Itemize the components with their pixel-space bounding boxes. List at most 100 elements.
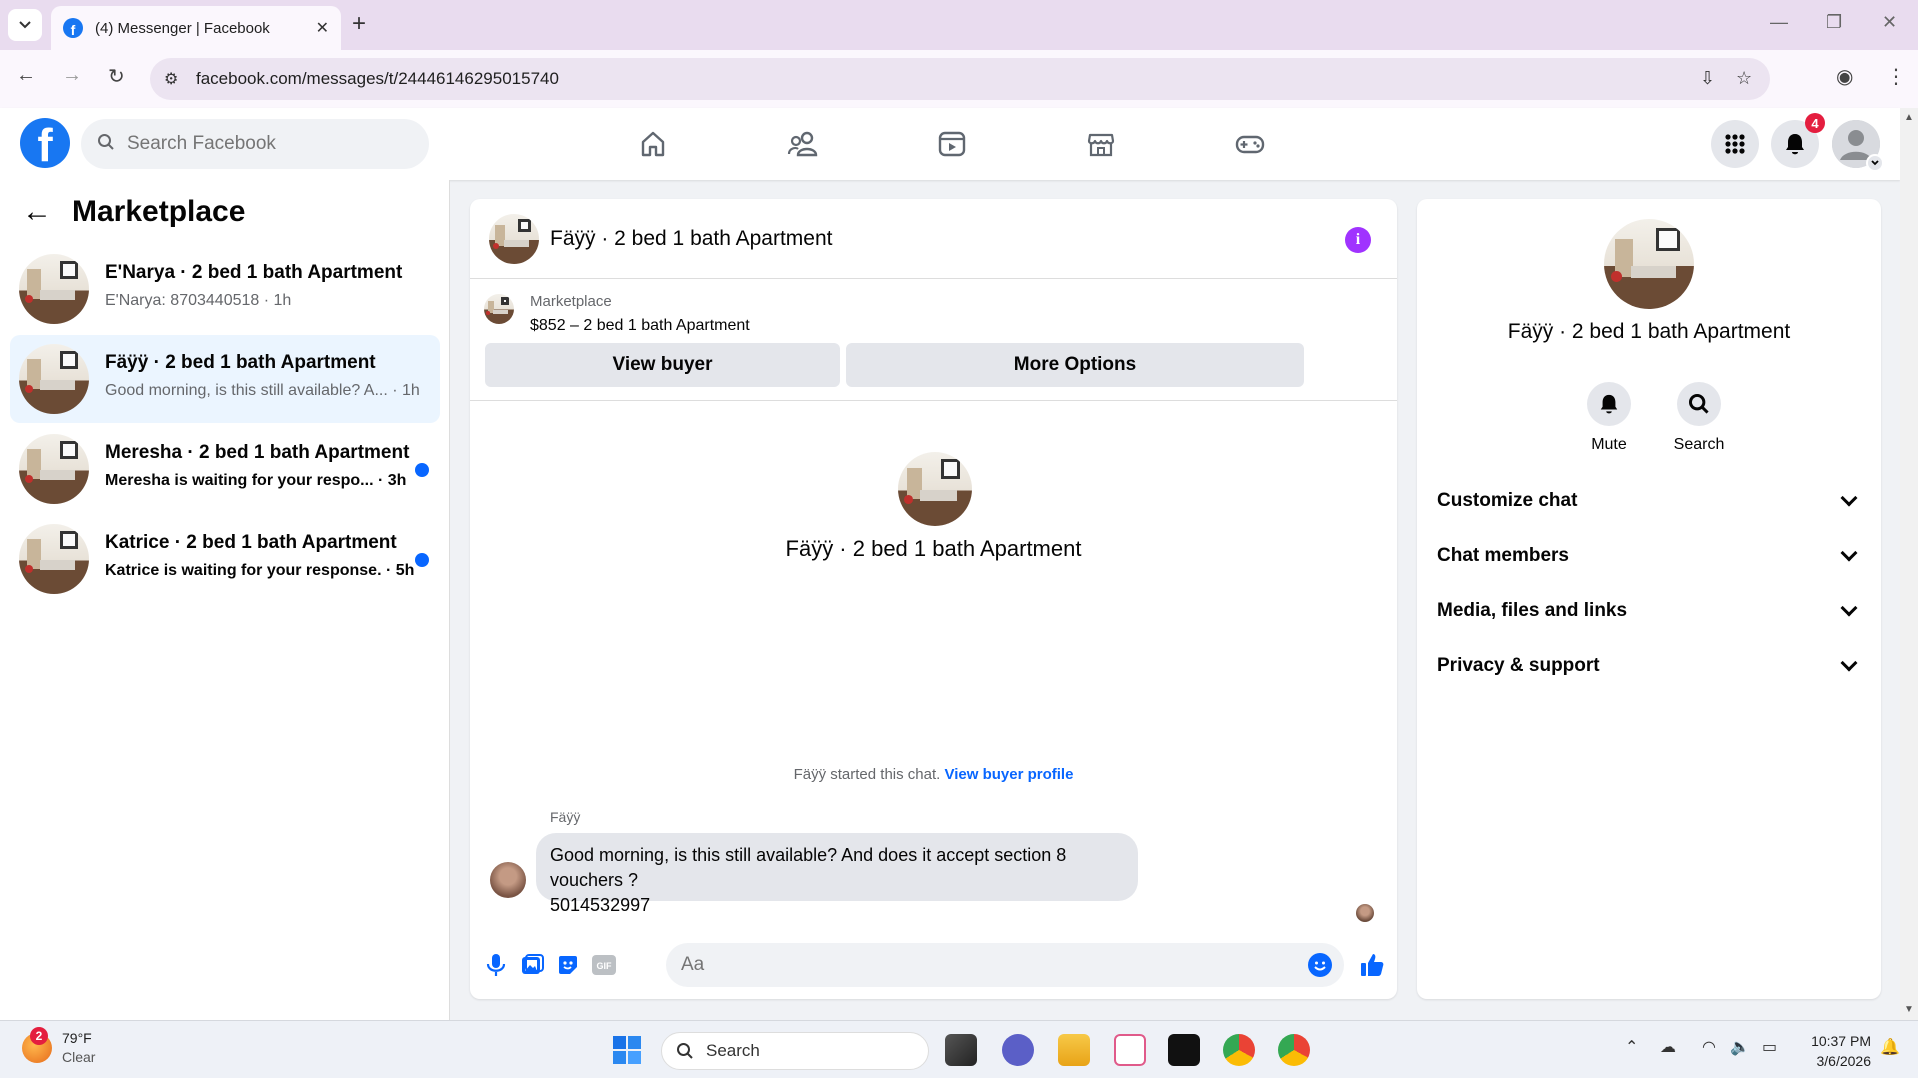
marketplace-icon[interactable]	[1079, 126, 1123, 162]
view-buyer-button[interactable]: View buyer	[485, 343, 840, 387]
unread-dot-icon	[415, 463, 429, 477]
taskbar-search[interactable]: Search	[661, 1032, 929, 1070]
search-chat-button[interactable]: Search	[1659, 382, 1739, 454]
scroll-up-icon[interactable]: ▲	[1904, 112, 1914, 123]
windows-start-icon[interactable]	[611, 1034, 643, 1066]
volume-icon[interactable]: 🔈	[1730, 1037, 1750, 1057]
facebook-search[interactable]	[81, 119, 429, 169]
message-input[interactable]	[681, 954, 1261, 976]
sender-name: Fäÿÿ	[550, 809, 581, 825]
browser-menu-icon[interactable]: ⋮	[1886, 64, 1906, 89]
chrome-profile-icon[interactable]	[1278, 1034, 1310, 1066]
view-buyer-profile-link[interactable]: View buyer profile	[944, 766, 1073, 783]
seen-indicator-avatar	[1356, 904, 1374, 922]
friends-icon[interactable]	[781, 126, 825, 162]
browser-tab-strip: f (4) Messenger | Facebook ✕ + — ❐ ✕	[0, 0, 1918, 50]
tab-search-button[interactable]	[8, 9, 42, 41]
show-hidden-icons-icon[interactable]: ⌃	[1625, 1037, 1638, 1057]
conversation-item-katrice[interactable]: Katrice · 2 bed 1 bath Apartment Katrice…	[10, 515, 440, 603]
sticker-icon[interactable]	[554, 951, 582, 979]
conversation-name: Katrice · 2 bed 1 bath Apartment	[105, 532, 397, 553]
chrome-icon[interactable]	[1223, 1034, 1255, 1066]
page-scrollbar[interactable]: ▲ ▼	[1900, 108, 1918, 1020]
section-label: Privacy & support	[1437, 655, 1600, 676]
photo-icon[interactable]	[518, 951, 546, 979]
gif-icon[interactable]: GIF	[590, 951, 618, 979]
facebook-search-input[interactable]	[127, 133, 387, 155]
like-thumb-icon[interactable]	[1358, 951, 1386, 979]
gaming-icon[interactable]	[1228, 126, 1272, 162]
back-arrow-icon[interactable]: ←	[22, 195, 52, 229]
more-options-button[interactable]: More Options	[846, 343, 1304, 387]
address-bar[interactable]: ⚙ facebook.com/messages/t/24446146295015…	[150, 58, 1770, 100]
menu-grid-button[interactable]	[1711, 120, 1759, 168]
notification-bell-icon[interactable]: 🔔	[1880, 1037, 1900, 1057]
system-clock[interactable]: 10:37 PM 3/6/2026	[1796, 1031, 1871, 1071]
bookmark-star-icon[interactable]: ☆	[1736, 68, 1752, 89]
search-icon	[97, 133, 115, 156]
bell-icon	[1600, 394, 1618, 414]
capcut-icon[interactable]	[1168, 1034, 1200, 1066]
chat-details-panel: Fäÿÿ · 2 bed 1 bath Apartment Mute Searc…	[1417, 199, 1881, 999]
windows-taskbar: 2 79°F Clear Search ⌃ ☁ ◠ 🔈 ▭ 10:37 PM 3…	[0, 1020, 1918, 1078]
grid-icon	[1725, 134, 1745, 154]
conversation-item-enarya[interactable]: E'Narya · 2 bed 1 bath Apartment E'Narya…	[10, 245, 440, 333]
back-icon[interactable]: ←	[16, 64, 36, 87]
close-tab-icon[interactable]: ✕	[316, 18, 329, 38]
new-tab-button[interactable]: +	[352, 10, 366, 38]
site-settings-icon[interactable]: ⚙	[164, 69, 178, 89]
browser-tab[interactable]: f (4) Messenger | Facebook ✕	[51, 6, 341, 50]
wifi-icon[interactable]: ◠	[1702, 1037, 1716, 1057]
search-icon	[677, 1043, 693, 1059]
conversation-item-meresha[interactable]: Meresha · 2 bed 1 bath Apartment Meresha…	[10, 425, 440, 513]
conversation-list-panel: ← Marketplace E'Narya · 2 bed 1 bath Apa…	[0, 180, 450, 1020]
install-app-icon[interactable]: ⇩	[1700, 68, 1715, 89]
file-explorer-icon[interactable]	[1058, 1034, 1090, 1066]
emoji-icon[interactable]	[1308, 953, 1332, 977]
microphone-icon[interactable]	[482, 951, 510, 979]
weather-sun-icon: 2	[22, 1027, 52, 1063]
media-files-links-section[interactable]: Media, files and links	[1437, 591, 1861, 631]
message-text-line: Good morning, is this still available? A…	[550, 845, 1067, 890]
close-window-icon[interactable]: ✕	[1882, 12, 1897, 33]
chat-window: Fäÿÿ · 2 bed 1 bath Apartment i Marketpl…	[470, 199, 1397, 999]
details-avatar	[1604, 219, 1694, 309]
svg-text:GIF: GIF	[597, 961, 613, 971]
temperature: 79°F	[62, 1030, 92, 1046]
chat-avatar[interactable]	[489, 214, 539, 264]
forward-icon[interactable]: →	[62, 64, 82, 87]
conversation-item-fayy[interactable]: Fäÿÿ · 2 bed 1 bath Apartment Good morni…	[10, 335, 440, 423]
task-view-icon[interactable]	[945, 1034, 977, 1066]
video-icon[interactable]	[930, 126, 974, 162]
teams-chat-icon[interactable]	[1002, 1034, 1034, 1066]
chat-header: Fäÿÿ · 2 bed 1 bath Apartment i	[470, 199, 1397, 279]
privacy-support-section[interactable]: Privacy & support	[1437, 646, 1861, 686]
message-bubble[interactable]: Good morning, is this still available? A…	[536, 833, 1138, 915]
conversation-snippet: Katrice is waiting for your response. · …	[105, 562, 415, 579]
message-phone-number: 5014532997	[550, 895, 651, 915]
browser-toolbar: ← → ↻ ⚙ facebook.com/messages/t/24446146…	[0, 50, 1918, 108]
listing-title[interactable]: $852 – 2 bed 1 bath Apartment	[530, 317, 750, 335]
info-icon[interactable]: i	[1345, 227, 1371, 253]
reload-icon[interactable]: ↻	[108, 64, 125, 89]
sender-avatar[interactable]	[490, 862, 526, 898]
account-menu-chevron-icon[interactable]	[1866, 154, 1884, 172]
message-input-field[interactable]	[666, 943, 1344, 987]
battery-icon[interactable]: ▭	[1762, 1037, 1777, 1057]
cloud-sync-off-icon[interactable]: ☁	[1660, 1037, 1676, 1057]
profile-icon[interactable]: ◉	[1836, 64, 1853, 89]
mute-label: Mute	[1591, 436, 1627, 453]
chat-title[interactable]: Fäÿÿ · 2 bed 1 bath Apartment	[550, 227, 833, 251]
conversation-snippet: Good morning, is this still available? A…	[105, 382, 420, 399]
minimize-icon[interactable]: —	[1770, 12, 1788, 33]
restore-icon[interactable]: ❐	[1826, 12, 1842, 33]
snipping-tool-icon[interactable]	[1114, 1034, 1146, 1066]
scroll-down-icon[interactable]: ▼	[1904, 1004, 1914, 1015]
conversation-name: Fäÿÿ · 2 bed 1 bath Apartment	[105, 352, 376, 373]
chat-members-section[interactable]: Chat members	[1437, 536, 1861, 576]
facebook-logo-icon[interactable]: f	[20, 118, 70, 168]
mute-button[interactable]: Mute	[1569, 382, 1649, 454]
weather-widget[interactable]: 2 79°F Clear	[22, 1027, 95, 1067]
customize-chat-section[interactable]: Customize chat	[1437, 481, 1861, 521]
home-icon[interactable]	[631, 126, 675, 162]
